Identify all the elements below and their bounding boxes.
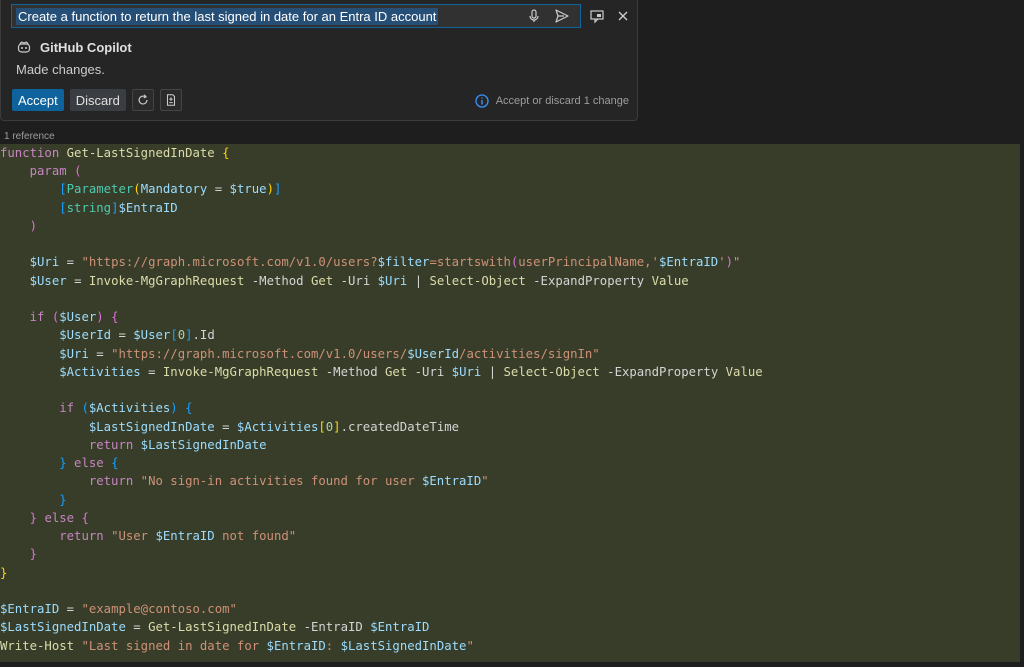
send-icon[interactable] <box>554 8 570 24</box>
code-line: } <box>29 547 38 561</box>
regenerate-button[interactable] <box>131 89 154 111</box>
code-line: $User = Invoke-MgGraphRequest -Method Ge… <box>29 274 689 288</box>
code-line: if ($User) { <box>29 310 119 324</box>
code-line <box>0 582 1020 601</box>
code-line: $UserId = $User[0].Id <box>59 328 215 342</box>
accept-button[interactable]: Accept <box>12 89 64 111</box>
assistant-name: GitHub Copilot <box>40 39 132 55</box>
action-bar: Accept Discard <box>12 89 182 111</box>
info-icon <box>474 93 490 109</box>
code-line: ) <box>29 219 38 233</box>
codelens-reference[interactable]: 1 reference <box>4 131 55 142</box>
code-line: } else { <box>29 511 89 525</box>
code-line <box>0 235 1020 254</box>
code-line: $Uri = "https://graph.microsoft.com/v1.0… <box>59 347 600 361</box>
microphone-icon[interactable] <box>526 8 542 24</box>
status-message: Made changes. <box>16 62 105 77</box>
prompt-input[interactable]: Create a function to return the last sig… <box>11 4 581 28</box>
code-line: } <box>0 566 8 580</box>
code-line: $LastSignedInDate = Get-LastSignedInDate… <box>0 620 430 634</box>
code-editor[interactable]: function Get-LastSignedInDate { param ( … <box>0 144 1020 662</box>
code-line: function Get-LastSignedInDate { <box>0 146 230 160</box>
code-line: } <box>59 493 67 507</box>
code-line: [Parameter(Mandatory = $true)] <box>59 182 282 196</box>
code-line: return "No sign-in activities found for … <box>88 474 489 488</box>
copilot-inline-chat: Create a function to return the last sig… <box>0 0 638 121</box>
code-line: param ( <box>29 164 82 178</box>
code-line: } else { <box>59 456 119 470</box>
prompt-icons <box>526 8 570 24</box>
code-line: if ($Activities) { <box>59 401 193 415</box>
code-line: $LastSignedInDate = $Activities[0].creat… <box>88 420 460 434</box>
prompt-row: Create a function to return the last sig… <box>11 4 631 28</box>
assistant-header: GitHub Copilot <box>16 39 132 55</box>
code-line: return "User $EntraID not found" <box>59 529 297 543</box>
prompt-text[interactable]: Create a function to return the last sig… <box>16 7 439 25</box>
code-line: $EntraID = "example@contoso.com" <box>0 602 237 616</box>
close-icon[interactable] <box>615 8 631 24</box>
code-line <box>0 381 1020 400</box>
discard-button[interactable]: Discard <box>69 89 126 111</box>
move-to-chat-icon[interactable] <box>589 8 605 24</box>
view-diff-button[interactable] <box>159 89 182 111</box>
file-diff-icon <box>166 94 175 106</box>
copilot-icon <box>16 39 32 55</box>
code-line <box>0 290 1020 309</box>
code-line: $Activities = Invoke-MgGraphRequest -Met… <box>59 365 763 379</box>
code-line: $Uri = "https://graph.microsoft.com/v1.0… <box>29 255 741 269</box>
chat-window-icons <box>589 8 631 24</box>
change-note-text: Accept or discard 1 change <box>495 95 629 107</box>
code-line: return $LastSignedInDate <box>88 438 267 452</box>
code-line: Write-Host "Last signed in date for $Ent… <box>0 639 474 653</box>
code-line: [string]$EntraID <box>59 201 178 215</box>
change-note: Accept or discard 1 change <box>474 93 629 109</box>
refresh-icon <box>138 94 148 105</box>
